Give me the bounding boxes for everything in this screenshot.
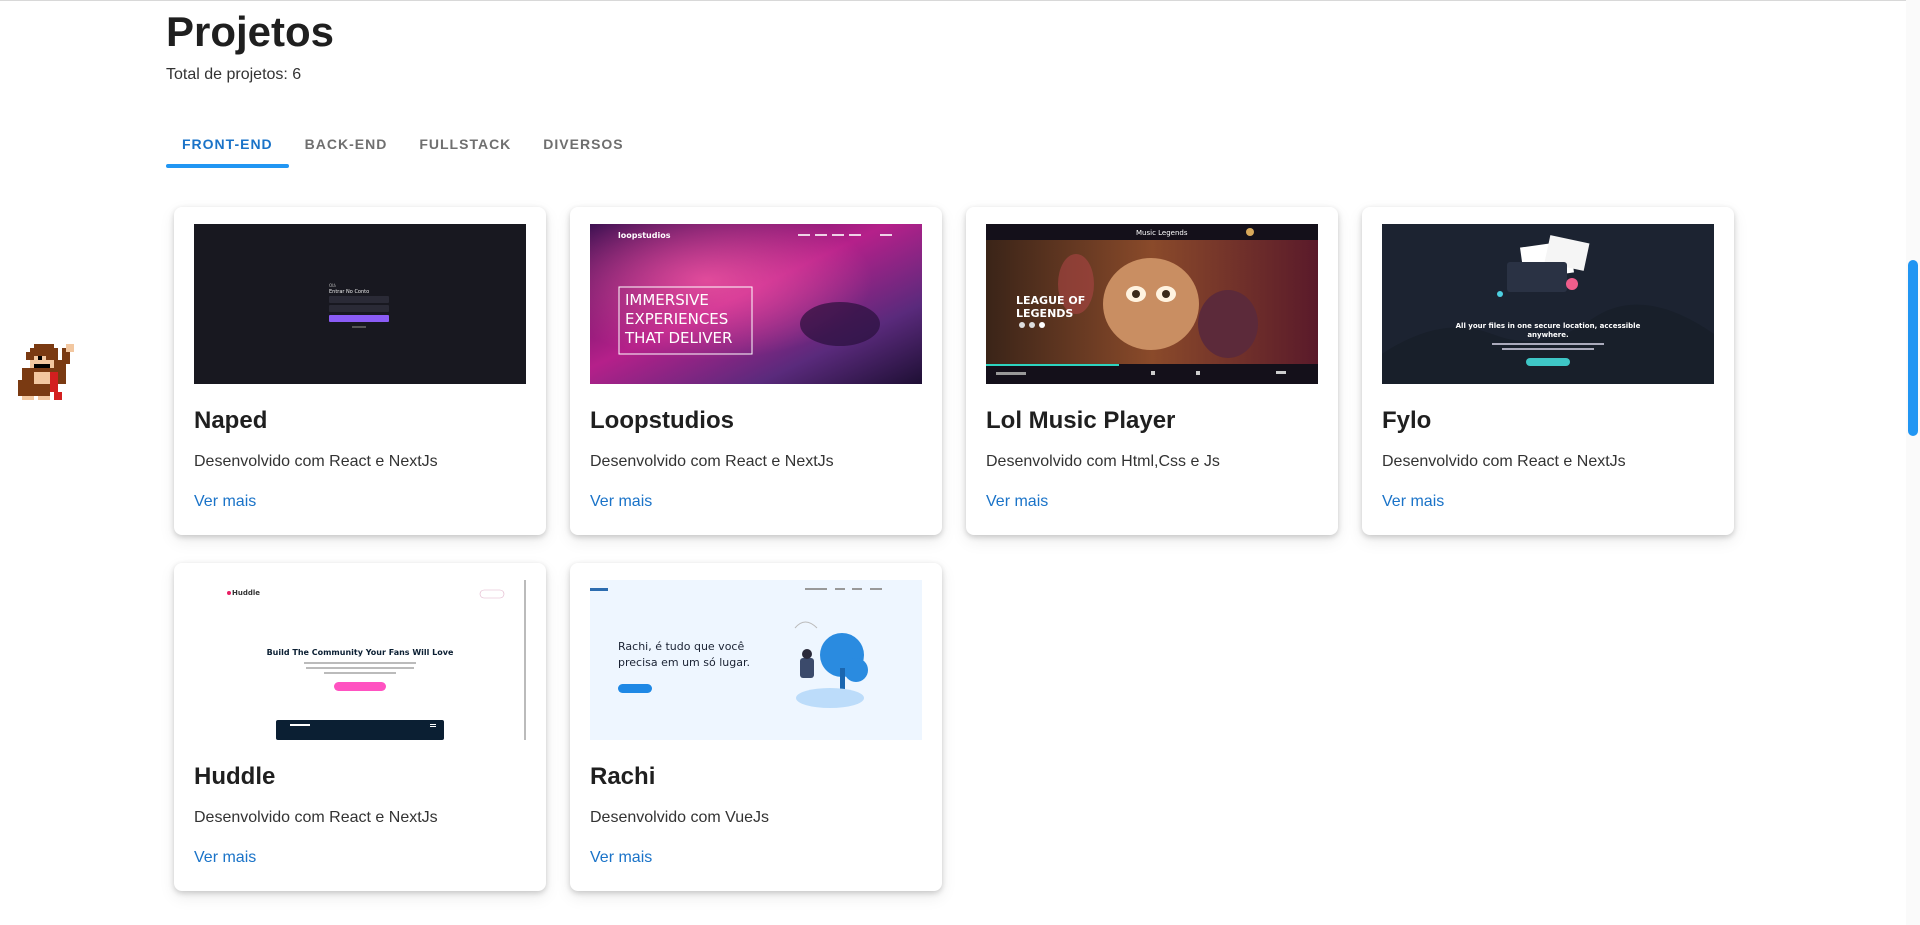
svg-text:Huddle: Huddle <box>232 589 260 597</box>
svg-text:IMMERSIVE: IMMERSIVE <box>625 291 709 309</box>
svg-text:THAT DELIVER: THAT DELIVER <box>624 329 732 347</box>
ver-mais-link[interactable]: Ver mais <box>986 493 1048 511</box>
project-description: Desenvolvido com VueJs <box>590 809 770 826</box>
loopstudios-screenshot: loopstudios IMMERSIVE EXPERIENCES THAT D… <box>590 224 922 384</box>
project-title: Lol Music Player <box>986 407 1176 434</box>
svg-text:loopstudios: loopstudios <box>618 231 671 240</box>
svg-text:LEAGUE OF: LEAGUE OF <box>1016 294 1085 307</box>
project-thumbnail[interactable]: Huddle Build The Community Your Fans Wil… <box>194 580 526 740</box>
ver-mais-link[interactable]: Ver mais <box>590 493 652 511</box>
project-description: Desenvolvido com React e NextJs <box>194 809 438 826</box>
project-thumbnail[interactable]: Rachi, é tudo que você precisa em um só … <box>590 580 922 740</box>
svg-text:EXPERIENCES: EXPERIENCES <box>625 310 728 328</box>
project-description: Desenvolvido com React e NextJs <box>1382 453 1626 470</box>
svg-text:Entrar No Conto: Entrar No Conto <box>329 289 369 295</box>
rachi-screenshot: Rachi, é tudo que você precisa em um só … <box>590 580 922 740</box>
svg-text:precisa em um só lugar.: precisa em um só lugar. <box>618 656 750 669</box>
project-title: Huddle <box>194 763 276 790</box>
tab-back-end[interactable]: BACK-END <box>289 128 404 168</box>
ver-mais-link[interactable]: Ver mais <box>194 493 256 511</box>
projects-grid: Olá Entrar No Conto Naped Desenvolvido c… <box>174 207 1734 925</box>
scrollbar-thumb[interactable] <box>1908 260 1918 436</box>
huddle-screenshot: Huddle Build The Community Your Fans Wil… <box>194 580 526 740</box>
project-card-lol-music-player: Music Legends LEAGUE OF LEGENDS Lol Musi… <box>966 207 1338 535</box>
ver-mais-link[interactable]: Ver mais <box>590 849 652 867</box>
page-title: Projetos <box>166 8 335 55</box>
project-description: Desenvolvido com React e NextJs <box>590 453 834 470</box>
svg-text:Olá: Olá <box>329 283 336 288</box>
project-title: Naped <box>194 407 268 434</box>
svg-text:anywhere.: anywhere. <box>1527 331 1568 339</box>
tab-fullstack[interactable]: FULLSTACK <box>403 128 527 168</box>
project-description: Desenvolvido com Html,Css e Js <box>986 453 1220 470</box>
project-thumbnail[interactable]: Olá Entrar No Conto <box>194 224 526 384</box>
svg-text:LEGENDS: LEGENDS <box>1016 307 1073 320</box>
top-border <box>0 0 1920 1</box>
tab-front-end[interactable]: FRONT-END <box>166 128 289 168</box>
project-thumbnail[interactable]: All your files in one secure location, a… <box>1382 224 1714 384</box>
category-tabs: FRONT-END BACK-END FULLSTACK DIVERSOS <box>166 128 640 168</box>
projects-count: Total de projetos: 6 <box>166 66 302 83</box>
ver-mais-link[interactable]: Ver mais <box>1382 493 1444 511</box>
project-thumbnail[interactable]: Music Legends LEAGUE OF LEGENDS <box>986 224 1318 384</box>
fylo-screenshot: All your files in one secure location, a… <box>1382 224 1714 384</box>
svg-text:Build The Community Your Fans: Build The Community Your Fans Will Love <box>267 648 454 657</box>
project-card-fylo: All your files in one secure location, a… <box>1362 207 1734 535</box>
project-title: Fylo <box>1382 407 1432 434</box>
svg-text:Music Legends: Music Legends <box>1136 229 1188 237</box>
project-card-loopstudios: loopstudios IMMERSIVE EXPERIENCES THAT D… <box>570 207 942 535</box>
project-card-rachi: Rachi, é tudo que você precisa em um só … <box>570 563 942 891</box>
tab-diversos[interactable]: DIVERSOS <box>527 128 639 168</box>
lol-music-player-screenshot: Music Legends LEAGUE OF LEGENDS <box>986 224 1318 384</box>
project-card-huddle: Huddle Build The Community Your Fans Wil… <box>174 563 546 891</box>
project-thumbnail[interactable]: loopstudios IMMERSIVE EXPERIENCES THAT D… <box>590 224 922 384</box>
scrollbar[interactable] <box>1906 0 1920 925</box>
project-title: Loopstudios <box>590 407 734 434</box>
project-card-naped: Olá Entrar No Conto Naped Desenvolvido c… <box>174 207 546 535</box>
svg-text:Rachi, é tudo que você: Rachi, é tudo que você <box>618 640 744 653</box>
svg-text:All your files in one secure l: All your files in one secure location, a… <box>1456 322 1641 330</box>
naped-screenshot: Olá Entrar No Conto <box>194 224 526 384</box>
ver-mais-link[interactable]: Ver mais <box>194 849 256 867</box>
project-description: Desenvolvido com React e NextJs <box>194 453 438 470</box>
project-title: Rachi <box>590 763 656 790</box>
pixel-ape-mascot-icon[interactable] <box>18 340 82 404</box>
